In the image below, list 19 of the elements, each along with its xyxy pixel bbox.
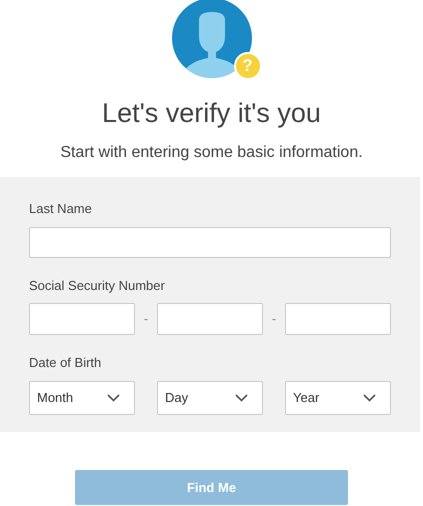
user-avatar-icon [172,0,252,78]
date-select[interactable]: Month [29,380,135,414]
chevron-down-icon [235,394,248,402]
date-select[interactable]: Day [157,380,263,414]
last-name-field[interactable] [29,226,391,258]
field-label: Last Name [29,200,93,218]
ssn-field[interactable] [29,303,135,335]
ssn-separator: - [272,310,276,328]
help-badge: ? [234,52,262,80]
ssn-separator: - [144,310,148,328]
ssn-field[interactable] [285,303,391,335]
chevron-down-icon [363,394,376,402]
chevron-down-icon [107,394,120,402]
ssn-field[interactable] [157,303,263,335]
date-select[interactable]: Year [285,380,391,414]
page-subtitle: Start with entering some basic information. [60,143,363,163]
page-title: Let's verify it's you [102,100,321,127]
field-label: Social Security Number [29,276,166,295]
field-label: Date of Birth [29,354,102,372]
